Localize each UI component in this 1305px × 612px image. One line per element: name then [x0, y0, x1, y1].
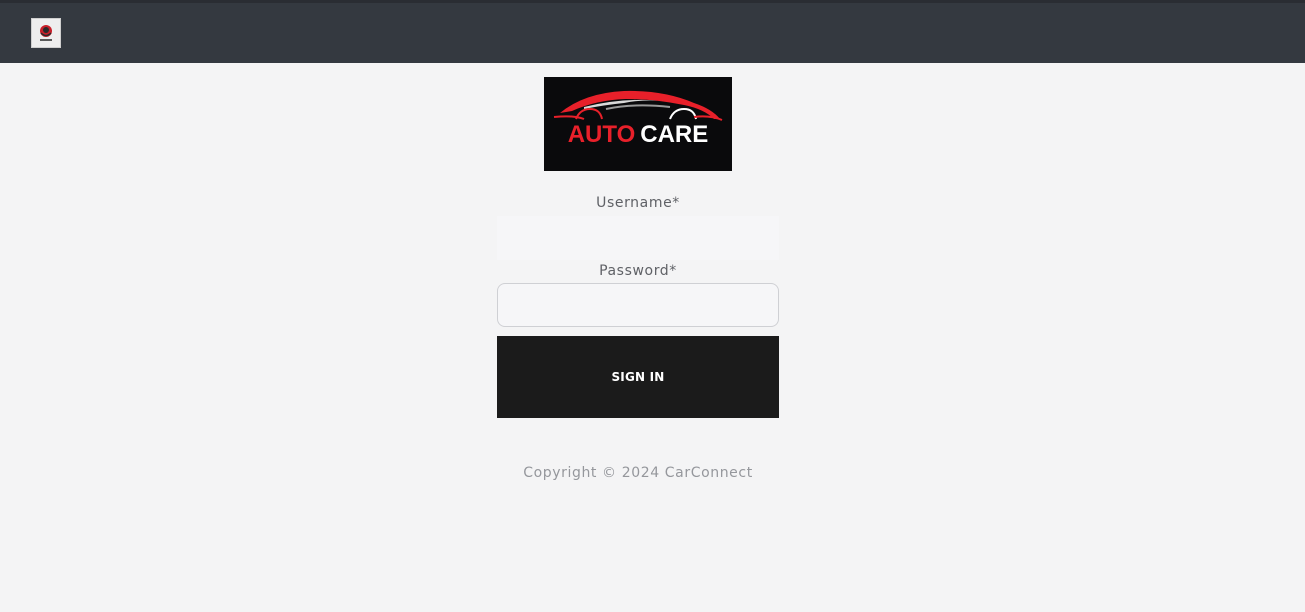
top-navbar [0, 0, 1305, 63]
password-input[interactable] [497, 283, 779, 327]
username-input[interactable] [497, 216, 779, 260]
autocare-logo: AUTO CARE [544, 77, 732, 171]
copyright-text: Copyright © 2024 CarConnect [523, 465, 753, 481]
logo-wordmark: AUTO CARE [544, 121, 732, 149]
autocare-badge-icon[interactable] [31, 18, 61, 48]
password-label: Password* [599, 263, 677, 279]
logo-word-care: CARE [640, 121, 709, 148]
sign-in-button[interactable]: SIGN IN [497, 336, 779, 418]
badge-graphic [40, 25, 52, 41]
logo-word-auto: AUTO [567, 121, 636, 148]
username-label: Username* [596, 195, 680, 211]
